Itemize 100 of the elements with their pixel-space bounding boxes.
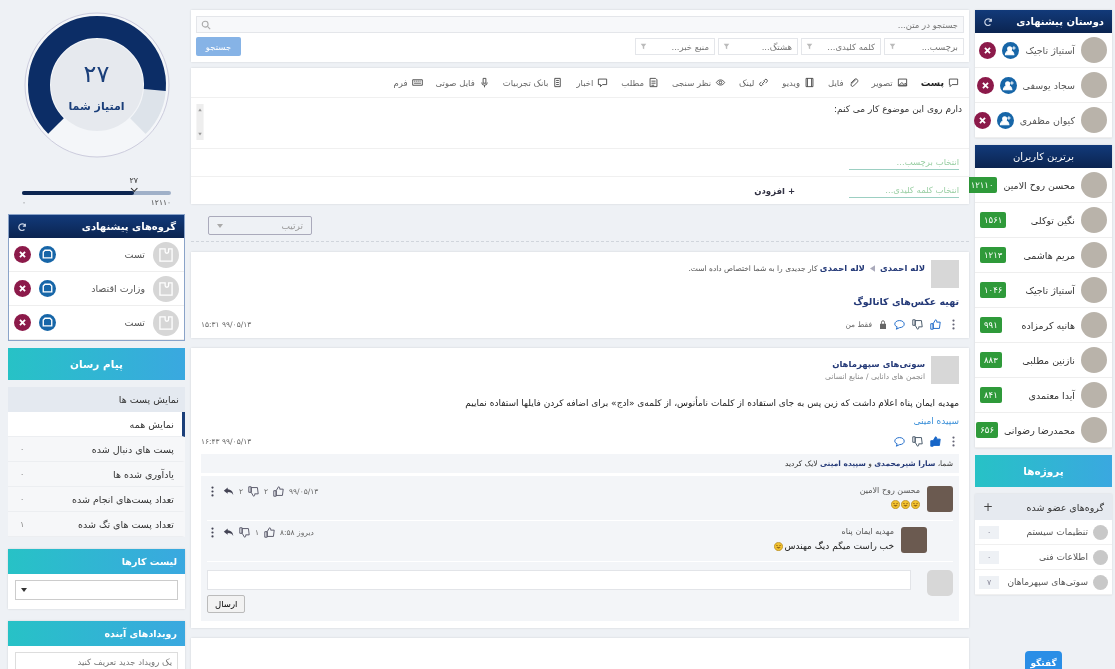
search-field[interactable]: جستجو در متن... [196,16,964,33]
send-button[interactable]: ارسال [207,595,246,613]
user-name[interactable]: نگین توکلی [1012,214,1075,226]
user-name[interactable]: نازنین مطلبی [1007,354,1075,366]
link-icon [758,77,770,88]
group-name[interactable]: تنظیمات سیستم [1004,527,1088,537]
menu-item[interactable]: پست های دنبال شده ۰ [8,437,185,462]
group-name[interactable]: وزارت اقتصاد [91,283,145,294]
add-friend-icon[interactable] [999,76,1017,94]
post-type-tab[interactable]: تصویر [871,77,908,88]
list-title: گروه‌های عضو شده [1026,501,1104,513]
panel-header: لیست کارها [8,549,185,574]
comment-icon[interactable] [894,435,905,447]
thumbs-down-icon[interactable] [912,318,923,330]
task-title[interactable]: تهیه عکس‌های کاتالوگ [201,296,959,307]
avatar [931,356,959,384]
user-name[interactable]: محسن روح الامین [1003,179,1075,191]
add-friend-icon[interactable] [1002,41,1020,59]
thumbs-up-icon[interactable] [273,486,285,497]
avatar [901,527,927,553]
author-link[interactable]: لاله احمدی [879,263,925,273]
lock-icon [879,319,887,329]
user-name[interactable]: هانیه کرمزاده [1007,319,1075,331]
join-group-icon[interactable] [39,314,56,331]
thumbs-down-icon[interactable] [912,435,923,447]
panel-header: رویدادهای آینده [8,621,185,646]
refresh-icon[interactable] [17,221,27,232]
avatar [1081,207,1107,233]
filter-field[interactable]: برچسب... [884,38,964,55]
close-icon[interactable] [976,76,994,94]
thumbs-up-icon[interactable] [930,318,941,330]
user-name[interactable]: محمدرضا رضوانی [1003,424,1075,436]
filter-icon [806,43,813,50]
comment-icon[interactable] [894,318,905,330]
close-icon[interactable] [14,280,31,297]
laughing-emoji-icon [774,541,784,551]
thumbs-down-icon[interactable] [239,527,250,538]
score-value: ۲۷ [82,60,111,88]
post-type-tab[interactable]: فایل [828,77,859,88]
thumbs-down-icon[interactable] [248,486,260,497]
score-badge: ۸۴۱ [980,387,1002,403]
comment-author[interactable]: مهدیه ایمان پناه [774,527,894,536]
group-name[interactable]: تست [108,249,145,260]
post-type-tab[interactable]: پست [920,77,959,88]
scrollbar-icon [196,104,204,140]
comment-field[interactable] [207,570,911,590]
close-icon[interactable] [979,41,997,59]
close-icon[interactable] [14,246,31,263]
post-type-tab[interactable]: اخبار [576,77,609,88]
menu-item[interactable]: تعداد پست های تگ شده ۱ [8,512,185,537]
close-icon[interactable] [973,111,991,129]
user-name[interactable]: آستیاژ تاجیک [1012,284,1075,296]
post-type-tab[interactable]: فایل صوتی [435,77,490,88]
add-link[interactable]: + افزودن [748,184,801,197]
add-friend-icon[interactable] [996,111,1014,129]
post-type-tab[interactable]: فرم [393,77,423,88]
post-type-tab[interactable]: بانک تجربیات [502,77,564,88]
group-name[interactable]: اطلاعات فنی [1004,552,1088,562]
post-type-tab[interactable]: نظر سنجی [672,77,726,88]
user-name[interactable]: سجاد یوسفی [1022,79,1075,91]
menu-item[interactable]: نمایش همه [8,412,185,437]
thumbs-up-icon[interactable] [930,435,941,447]
post-type-tab[interactable]: مطلب [621,77,659,88]
menu-item[interactable]: یادآوری شده ها ۰ [8,462,185,487]
post-text-area[interactable]: دارم روی این موضوع کار می کنم: [191,98,969,149]
user-name[interactable]: مریم هاشمی [1012,249,1075,261]
filter-field[interactable]: کلمه کلیدی... [801,38,881,55]
reply-icon[interactable] [223,527,234,538]
post-type-tab[interactable]: ویدیو [782,77,816,88]
laughing-emoji-icon [911,500,920,509]
group-name[interactable]: تست [108,317,145,328]
avatar [1081,347,1107,373]
user-name[interactable]: آیدا معتمدی [1007,389,1075,401]
group-name[interactable]: سوتی‌های سپهرماهان [1004,577,1088,587]
group-link[interactable]: سوتی‌های سپهرماهان [825,359,925,369]
author-link[interactable]: سپیده امینی [201,416,959,426]
filter-field[interactable]: هشتگ... [718,38,798,55]
avatar [1081,382,1107,408]
event-field[interactable]: یک رویداد جدید تعریف کنید [15,652,178,669]
close-icon[interactable] [14,314,31,331]
menu-item[interactable]: تعداد پست‌های انجام شده ۰ [8,487,185,512]
user-name[interactable]: آستیاژ تاجیک [1025,44,1075,56]
user-name[interactable]: کیوان مظفری [1019,114,1075,126]
join-group-icon[interactable] [39,280,56,297]
add-button[interactable]: + [983,500,994,514]
thumbs-up-icon[interactable] [264,527,276,538]
avatar [1081,72,1107,98]
filter-field[interactable]: منبع خبر... [635,38,715,55]
post-type-tab[interactable]: لینک [739,77,770,88]
reply-icon[interactable] [223,486,234,497]
score-badge: ۹۹۱ [980,317,1002,333]
refresh-icon[interactable] [983,16,993,27]
score-label: امتیاز شما [67,100,126,113]
avatar [927,570,953,596]
eye-icon [715,77,726,88]
keyword-field[interactable]: انتخاب کلمه کلیدی... [849,183,959,198]
filter-icon [723,43,730,50]
comment-author[interactable]: محسن روح الامین [859,486,920,495]
panel-title: گروه‌های پیشنهادی [81,221,176,232]
join-group-icon[interactable] [39,246,56,263]
